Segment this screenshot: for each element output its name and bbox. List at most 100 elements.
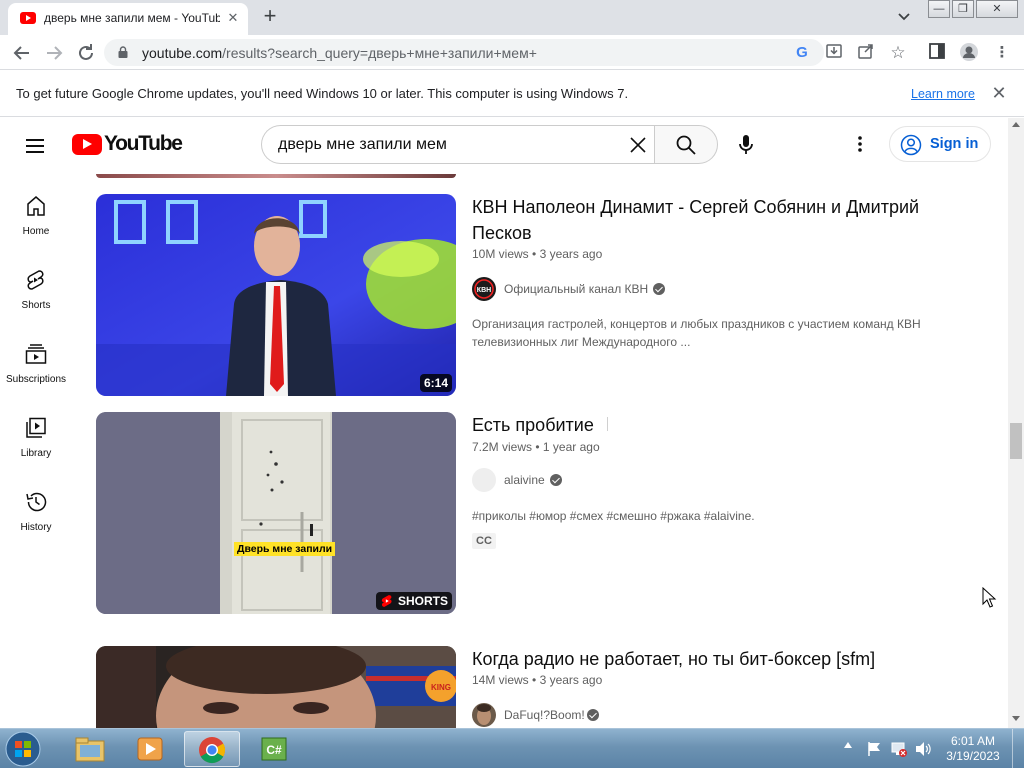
start-button[interactable] (4, 730, 44, 768)
folder-icon (75, 737, 105, 762)
channel-name[interactable]: DaFuq!?Boom! (504, 708, 585, 722)
system-clock[interactable]: 6:01 AM 3/19/2023 (940, 734, 1006, 764)
previous-thumbnail-edge[interactable] (96, 174, 456, 178)
taskbar-explorer[interactable] (62, 731, 118, 767)
result-1-thumbnail[interactable]: 6:14 (96, 194, 456, 396)
result-1-title[interactable]: КВН Наполеон Динамит - Сергей Собянин и … (472, 194, 962, 246)
side-panel-icon[interactable] (926, 42, 948, 64)
url-text[interactable]: youtube.com/results?search_query=дверь+м… (142, 45, 537, 61)
tab-search-chevron-icon[interactable] (894, 8, 914, 26)
volume-icon[interactable] (914, 740, 932, 758)
active-tab[interactable]: дверь мне запили мем - YouTube ✕ (8, 3, 248, 35)
update-infobar: To get future Google Chrome updates, you… (0, 71, 1024, 117)
forward-arrow-icon[interactable] (42, 41, 66, 65)
description-line2: телевизионных лиг Международного ... (472, 335, 691, 349)
view-count: 14M views (472, 673, 529, 687)
sidebar-item-history[interactable]: History (0, 490, 72, 564)
tab-close-icon[interactable]: ✕ (224, 9, 242, 27)
upload-age: 1 year ago (542, 440, 600, 454)
clear-search-icon[interactable] (626, 133, 650, 157)
search-button[interactable] (654, 125, 718, 164)
home-icon (27, 196, 45, 216)
close-window-button[interactable]: ✕ (976, 0, 1018, 18)
google-lens-icon[interactable]: G (791, 42, 813, 64)
kvn-thumbnail-image (96, 194, 456, 396)
channel-name[interactable]: alaivine (504, 473, 545, 487)
chrome-icon (199, 737, 226, 764)
lock-icon[interactable] (118, 46, 128, 58)
result-3-thumbnail[interactable]: KING (96, 646, 456, 728)
sidebar-item-subscriptions[interactable]: Subscriptions (0, 342, 72, 416)
taskbar-csharp-app[interactable]: C# (246, 731, 302, 767)
svg-text:KING: KING (431, 683, 451, 692)
svg-text:КВН: КВН (477, 287, 491, 294)
svg-text:C#: C# (266, 743, 282, 757)
back-arrow-icon[interactable] (10, 41, 34, 65)
channel-avatar[interactable]: КВН (472, 277, 496, 301)
verified-icon (587, 709, 599, 721)
sign-in-button[interactable]: Sign in (889, 126, 991, 162)
maximize-button[interactable]: ❐ (952, 0, 974, 18)
shorts-badge-label: SHORTS (397, 594, 448, 608)
result-2-thumbnail[interactable]: Дверь мне запили SHORTS (96, 412, 456, 614)
result-2-meta: 7.2M views • 1 year ago (472, 440, 600, 454)
channel-avatar[interactable] (472, 468, 496, 492)
subscriptions-icon (25, 344, 47, 364)
share-icon[interactable] (855, 42, 877, 64)
result-3-channel[interactable]: DaFuq!?Boom! (472, 703, 612, 727)
reload-icon[interactable] (74, 41, 98, 65)
result-3-title[interactable]: Когда радио не работает, но ты бит-боксе… (472, 646, 962, 672)
taskbar-chrome[interactable] (184, 731, 240, 767)
new-tab-button[interactable]: + (258, 5, 282, 29)
address-bar[interactable]: youtube.com/results?search_query=дверь+м… (104, 39, 824, 66)
shorts-icon (27, 270, 44, 290)
install-app-icon[interactable] (823, 42, 845, 64)
learn-more-link[interactable]: Learn more (911, 87, 975, 101)
scroll-down-arrow-icon[interactable] (1012, 716, 1020, 721)
infobar-close-icon[interactable]: ✕ (990, 83, 1008, 103)
sidebar-label-shorts: Shorts (21, 300, 51, 311)
bookmark-star-icon[interactable]: ☆ (887, 42, 909, 64)
infobar-message: To get future Google Chrome updates, you… (16, 86, 629, 101)
result-1-channel[interactable]: КВН Официальный канал КВН (472, 277, 692, 301)
sidebar-item-home[interactable]: Home (0, 194, 72, 268)
sidebar-item-shorts[interactable]: Shorts (0, 268, 72, 342)
result-1-title-line1: КВН Наполеон Динамит - Сергей Собянин и … (472, 197, 920, 217)
page-scrollbar[interactable] (1008, 118, 1024, 728)
history-icon (26, 492, 47, 512)
chrome-menu-icon[interactable]: ⋮ (991, 42, 1013, 64)
account-icon (900, 134, 922, 156)
minimize-button[interactable]: — (928, 0, 950, 18)
shorts-logo-icon (381, 595, 392, 607)
csharp-icon: C# (261, 737, 287, 761)
youtube-play-icon (72, 134, 102, 155)
verified-icon (653, 283, 665, 295)
action-center-flag-icon[interactable] (866, 740, 884, 758)
windows-logo-icon (5, 731, 41, 767)
result-2-description: #приколы #юмор #смех #смешно #ржака #ala… (472, 509, 755, 523)
channel-avatar[interactable] (472, 703, 496, 727)
sidebar-item-library[interactable]: Library (0, 416, 72, 490)
search-box[interactable] (261, 125, 655, 164)
clock-date: 3/19/2023 (946, 749, 1000, 763)
browser-toolbar: youtube.com/results?search_query=дверь+м… (0, 35, 1024, 70)
result-1-title-line2: Песков (472, 223, 532, 243)
url-host: youtube.com (142, 45, 223, 61)
result-2-title[interactable]: Есть пробитие (472, 412, 962, 438)
taskbar-media-player[interactable] (122, 731, 178, 767)
network-disconnected-icon[interactable] (890, 740, 908, 758)
search-input[interactable] (278, 134, 618, 156)
result-2-channel[interactable]: alaivine (472, 468, 592, 492)
channel-name[interactable]: Официальный канал КВН (504, 282, 648, 296)
scrollbar-thumb[interactable] (1010, 423, 1022, 459)
scroll-up-arrow-icon[interactable] (1012, 122, 1020, 127)
profile-avatar-icon[interactable] (958, 42, 980, 64)
sidebar-label-library: Library (20, 448, 52, 459)
show-desktop-button[interactable] (1012, 729, 1024, 769)
hamburger-menu-icon[interactable] (24, 134, 48, 158)
microphone-icon[interactable] (733, 132, 759, 158)
more-options-icon[interactable] (848, 132, 872, 156)
show-hidden-icons-icon[interactable] (844, 742, 852, 748)
result-1-meta: 10M views • 3 years ago (472, 247, 603, 261)
result-3-meta: 14M views • 3 years ago (472, 673, 603, 687)
